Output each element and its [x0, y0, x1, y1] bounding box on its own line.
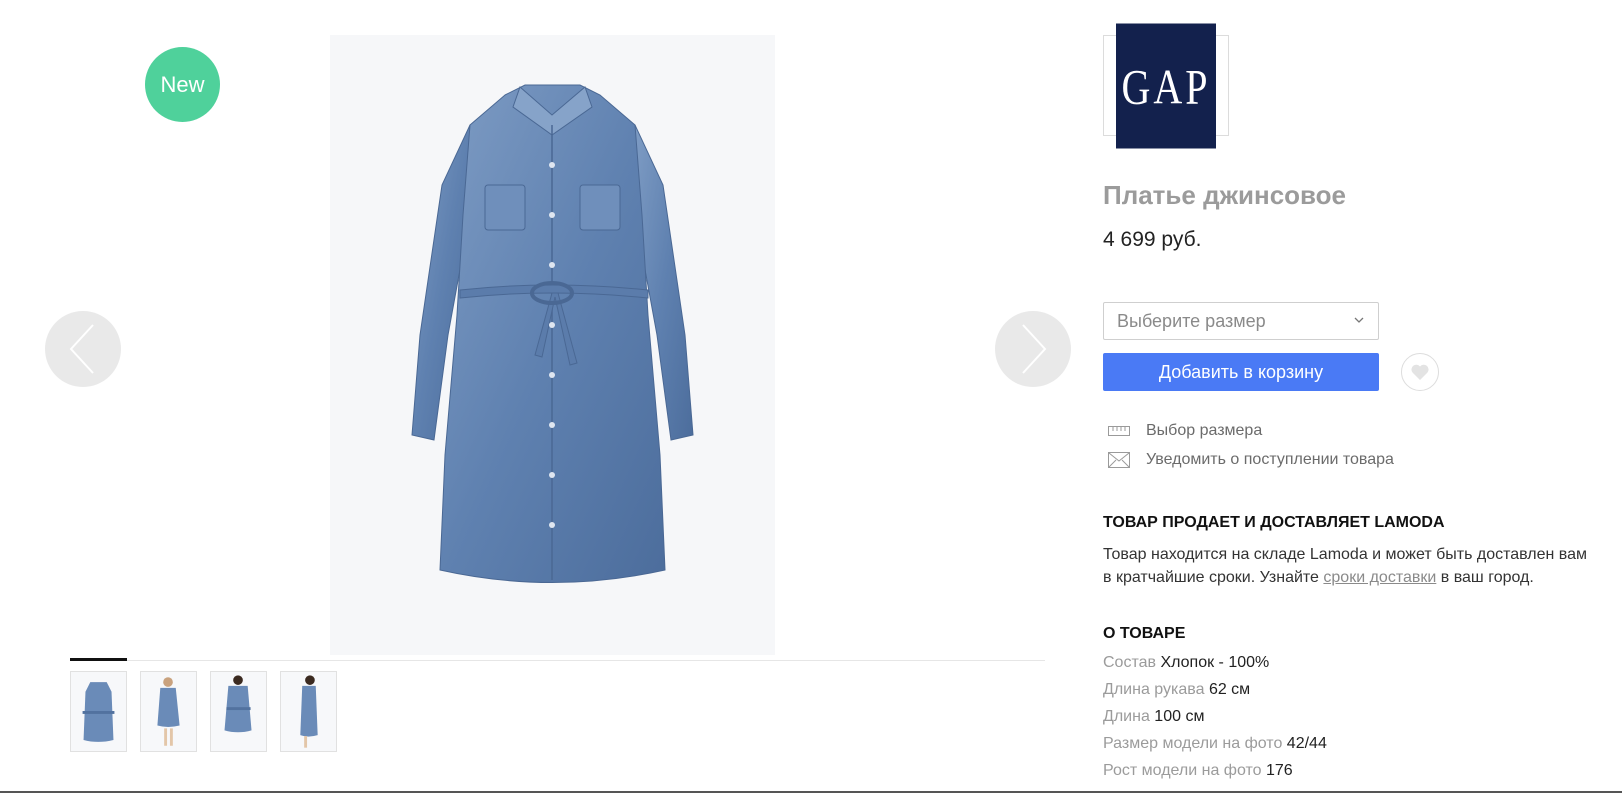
main-product-image[interactable]	[330, 35, 775, 655]
attribute-value: 176	[1266, 762, 1293, 779]
chevron-down-icon	[1354, 317, 1364, 323]
attribute-row: Длина рукава 62 см	[1103, 681, 1250, 699]
attribute-row: Размер модели на фото 42/44	[1103, 735, 1327, 753]
thumbnail-4[interactable]	[280, 671, 337, 752]
chevron-right-icon	[1022, 324, 1047, 374]
next-image-button[interactable]	[995, 311, 1071, 387]
product-price: 4 699 руб.	[1103, 228, 1202, 251]
seller-heading: ТОВАР ПРОДАЕТ И ДОСТАВЛЯЕТ LAMODA	[1103, 514, 1445, 531]
thumbnail-1[interactable]	[70, 671, 127, 752]
thumbnail-divider	[70, 660, 1045, 661]
chevron-left-icon	[69, 324, 94, 374]
brand-name: GAP	[1116, 23, 1216, 148]
thumbnail-2[interactable]	[140, 671, 197, 752]
seller-description: Товар находится на складе Lamoda и может…	[1103, 543, 1593, 589]
attribute-label: Состав	[1103, 654, 1156, 671]
ruler-icon	[1107, 422, 1131, 440]
attribute-value: Хлопок - 100%	[1160, 654, 1270, 671]
delivery-terms-link[interactable]: сроки доставки	[1323, 569, 1436, 586]
attribute-label: Рост модели на фото	[1103, 762, 1262, 779]
brand-logo[interactable]: GAP	[1103, 23, 1229, 148]
size-select[interactable]: Выберите размер	[1103, 302, 1379, 340]
active-thumbnail-indicator	[70, 658, 127, 661]
new-badge: New	[145, 47, 220, 122]
wishlist-button[interactable]	[1401, 353, 1439, 391]
about-heading: О ТОВАРЕ	[1103, 625, 1186, 642]
notify-arrival-link[interactable]: Уведомить о поступлении товара	[1107, 451, 1394, 469]
size-select-placeholder: Выберите размер	[1117, 310, 1266, 331]
size-guide-link[interactable]: Выбор размера	[1107, 422, 1262, 440]
seller-text-after: в ваш город.	[1436, 569, 1534, 586]
product-info-panel: GAP Платье джинсовое 4 699 руб. Выберите…	[1103, 0, 1603, 793]
attribute-row: Рост модели на фото 176	[1103, 762, 1293, 780]
attribute-value: 42/44	[1286, 735, 1327, 752]
thumbnail-strip	[70, 671, 337, 752]
add-to-cart-button[interactable]: Добавить в корзину	[1103, 353, 1379, 391]
attribute-row: Состав Хлопок - 100%	[1103, 654, 1269, 672]
attribute-label: Длина	[1103, 708, 1150, 725]
size-guide-label: Выбор размера	[1146, 422, 1263, 439]
attribute-row: Длина 100 см	[1103, 708, 1204, 726]
attribute-label: Размер модели на фото	[1103, 735, 1283, 752]
product-gallery: New	[0, 0, 1071, 793]
thumbnail-3[interactable]	[210, 671, 267, 752]
heart-icon	[1411, 364, 1429, 380]
previous-image-button[interactable]	[45, 311, 121, 387]
product-title: Платье джинсовое	[1103, 180, 1347, 210]
attribute-value: 100 см	[1154, 708, 1205, 725]
envelope-icon	[1107, 451, 1131, 469]
denim-dress-image	[411, 84, 694, 583]
notify-arrival-label: Уведомить о поступлении товара	[1146, 451, 1394, 468]
attribute-value: 62 см	[1208, 681, 1251, 698]
attribute-label: Длина рукава	[1103, 681, 1205, 698]
